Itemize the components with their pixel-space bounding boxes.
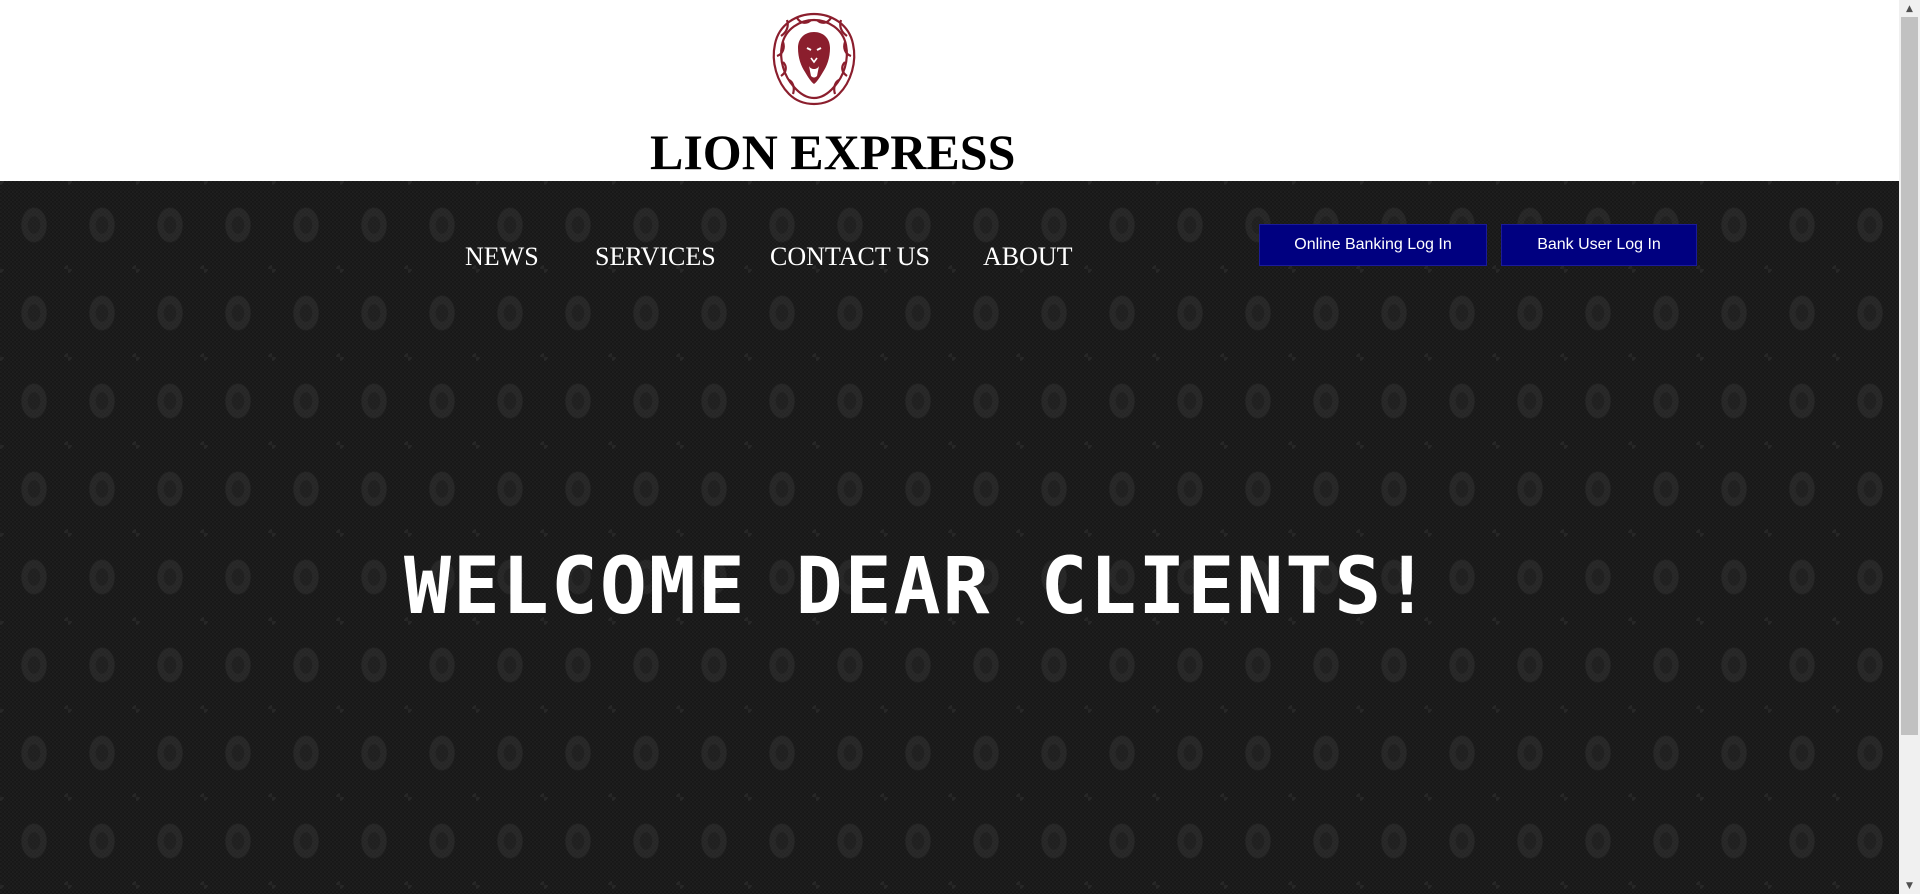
nav-item-contact-us[interactable]: CONTACT US xyxy=(770,242,930,272)
nav-item-about[interactable]: ABOUT xyxy=(983,242,1073,272)
site-header: LION EXPRESS xyxy=(0,0,1899,181)
vertical-scrollbar[interactable]: ▲ ▼ xyxy=(1899,0,1920,894)
hero-section: NEWS SERVICES CONTACT US ABOUT Online Ba… xyxy=(0,181,1899,894)
lion-head-icon[interactable] xyxy=(767,10,861,106)
hero-headline: WELCOME DEAR CLIENTS! xyxy=(404,542,1433,632)
scroll-down-arrow-icon[interactable]: ▼ xyxy=(1899,877,1920,894)
nav-item-news[interactable]: NEWS xyxy=(465,242,539,272)
site-title: LION EXPRESS xyxy=(650,124,1016,180)
online-banking-login-button[interactable]: Online Banking Log In xyxy=(1259,224,1487,266)
scroll-up-arrow-icon[interactable]: ▲ xyxy=(1899,0,1920,17)
nav-item-services[interactable]: SERVICES xyxy=(595,242,716,272)
scrollbar-thumb[interactable] xyxy=(1901,17,1918,735)
page: LION EXPRESS NEWS SERVICES CONTACT US AB… xyxy=(0,0,1920,894)
bank-user-login-button[interactable]: Bank User Log In xyxy=(1501,224,1697,266)
